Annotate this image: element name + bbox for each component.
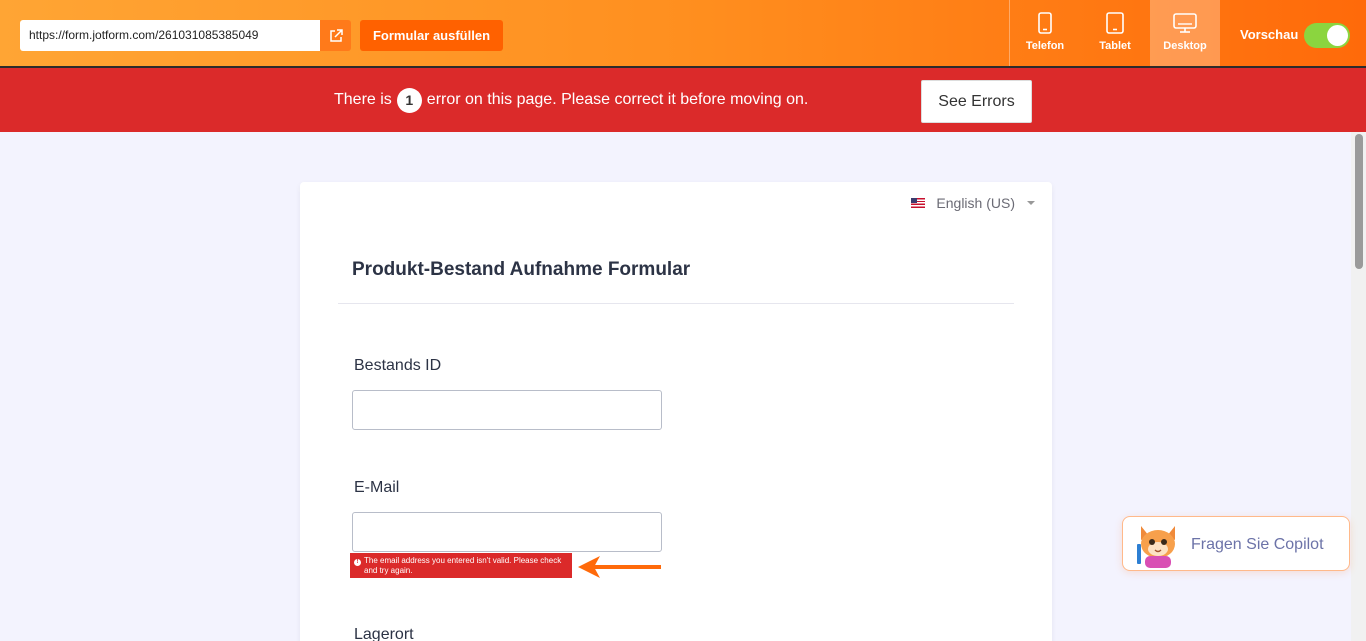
field-label-bestands-id: Bestands ID <box>354 357 442 374</box>
fill-form-button[interactable]: Formular ausfüllen <box>360 20 503 51</box>
error-icon: ! <box>354 559 361 566</box>
error-banner: There is 1 error on this page. Please co… <box>0 68 1366 132</box>
device-label: Desktop <box>1163 40 1207 52</box>
annotation-arrow-icon <box>578 556 661 578</box>
device-phone-button[interactable]: Telefon <box>1010 0 1080 66</box>
email-error-text: The email address you entered isn't vali… <box>364 556 562 575</box>
desktop-icon <box>1173 13 1197 33</box>
copilot-button[interactable]: Fragen Sie Copilot <box>1122 516 1350 571</box>
device-tablet-button[interactable]: Tablet <box>1080 0 1150 66</box>
us-flag-icon <box>911 198 926 208</box>
bestands-id-input[interactable] <box>352 390 662 430</box>
page-scrollbar[interactable] <box>1351 132 1366 641</box>
form-url-field[interactable]: https://form.jotform.com/261031085385049 <box>20 20 320 51</box>
see-errors-button[interactable]: See Errors <box>921 80 1032 123</box>
error-text-before: There is <box>334 91 392 108</box>
language-selector[interactable]: English (US) <box>911 195 1035 211</box>
field-label-lagerort: Lagerort <box>354 626 414 641</box>
error-count-badge: 1 <box>396 87 422 113</box>
form-title: Produkt-Bestand Aufnahme Formular <box>352 259 691 280</box>
external-link-icon <box>329 28 343 42</box>
scrollbar-thumb[interactable] <box>1355 134 1363 269</box>
copilot-cat-avatar-icon <box>1137 526 1175 568</box>
phone-icon <box>1038 12 1052 34</box>
language-label: English (US) <box>936 195 1015 211</box>
preview-toolbar: https://form.jotform.com/261031085385049… <box>0 0 1366 68</box>
tablet-icon <box>1106 12 1124 34</box>
open-url-button[interactable] <box>320 20 351 51</box>
form-card: English (US) Produkt-Bestand Aufnahme Fo… <box>300 182 1052 641</box>
email-input[interactable] <box>352 512 662 552</box>
error-text-after: error on this page. Please correct it be… <box>426 91 809 108</box>
preview-label: Vorschau <box>1240 27 1299 42</box>
toggle-knob <box>1327 25 1348 46</box>
preview-toggle[interactable] <box>1304 23 1350 48</box>
device-label: Telefon <box>1025 40 1065 52</box>
error-message: There is 1 error on this page. Please co… <box>334 68 808 132</box>
device-desktop-button[interactable]: Desktop <box>1150 0 1220 66</box>
field-label-email: E-Mail <box>354 479 400 496</box>
copilot-label: Fragen Sie Copilot <box>1191 536 1324 553</box>
chevron-down-icon <box>1027 201 1035 205</box>
divider <box>338 303 1014 304</box>
email-error-message: ! The email address you entered isn't va… <box>350 553 572 578</box>
device-label: Tablet <box>1099 40 1131 52</box>
